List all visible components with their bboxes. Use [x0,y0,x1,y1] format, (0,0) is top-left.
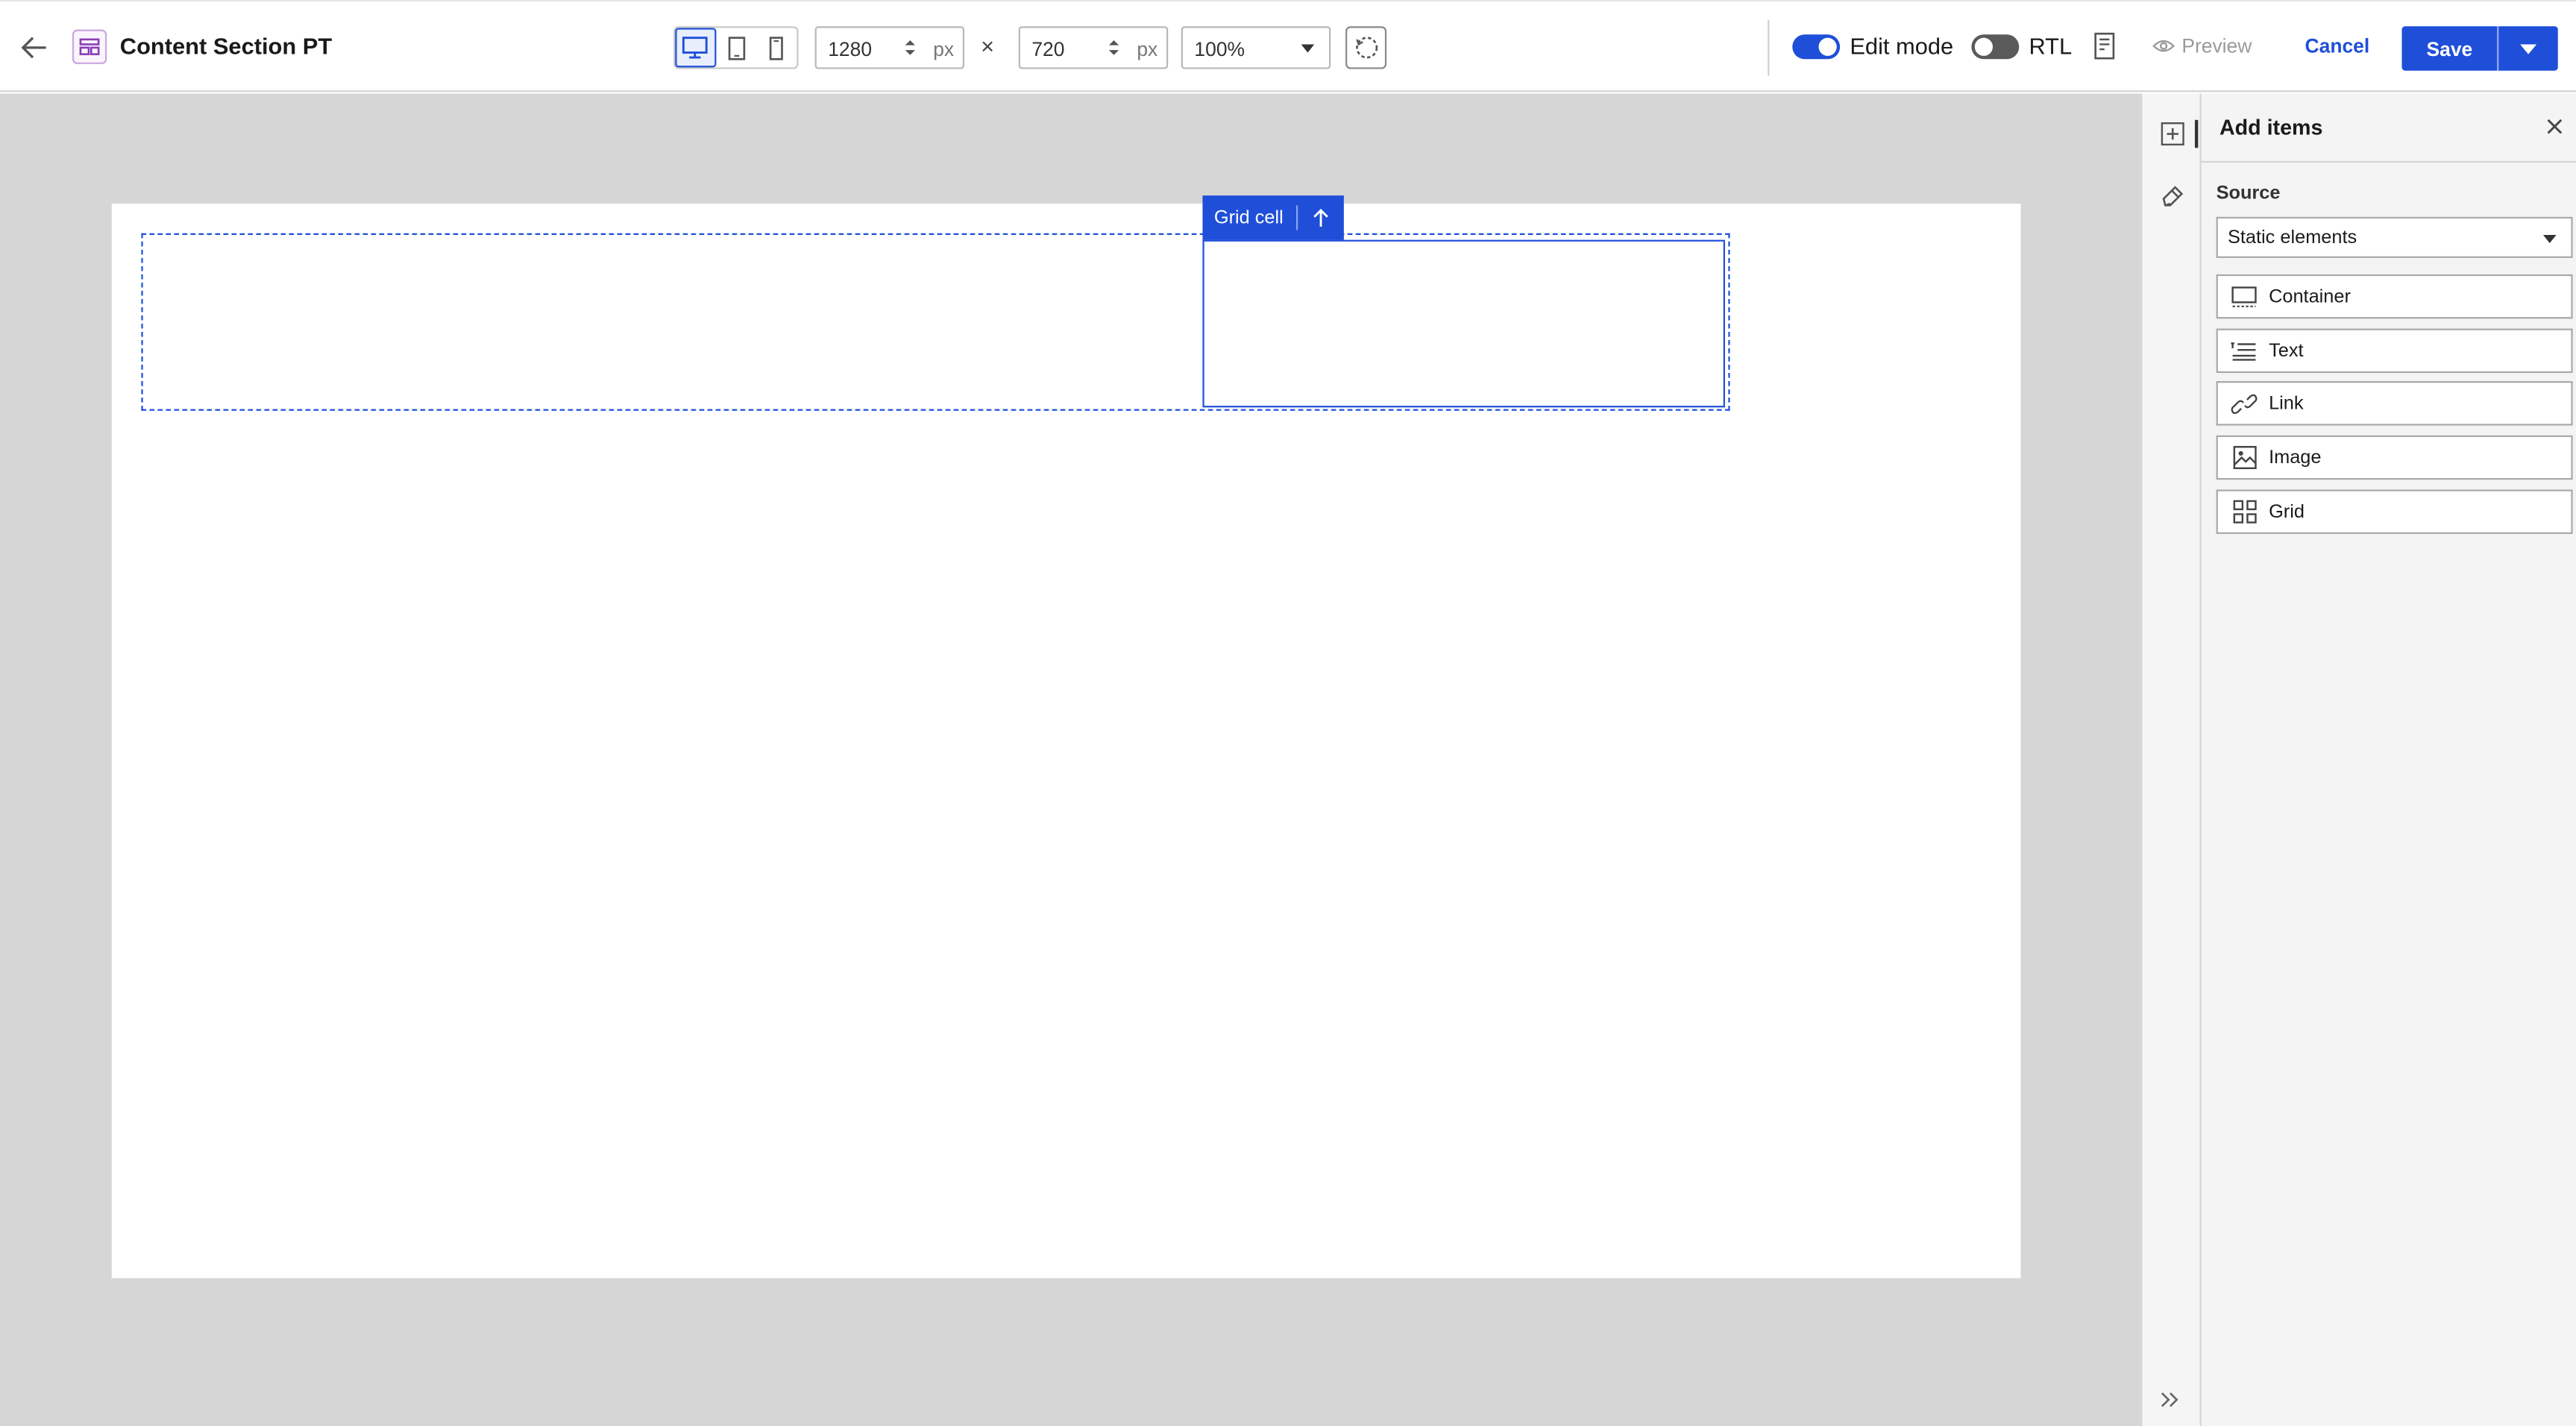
rtl-toggle[interactable] [1971,34,2020,60]
width-stepper-icon[interactable] [904,38,917,57]
rtl-label: RTL [2029,33,2073,60]
width-value: 1280 [828,37,873,61]
grid-cell-tag: Grid cell [1202,195,1345,240]
chevron-down-icon [2542,235,2557,244]
item-container[interactable]: Container [2216,274,2573,319]
container-icon [2231,283,2257,310]
item-link[interactable]: Link [2216,381,2573,426]
eye-icon [2152,40,2176,52]
panel-header: Add items [2201,94,2576,163]
width-unit: px [933,37,955,61]
add-items-panel: Add items Source Static elements Contain… [2201,93,2576,1426]
toolbar-divider [1768,19,1770,76]
device-switcher [673,26,799,69]
chevron-down-icon [2520,43,2537,54]
add-items-icon[interactable] [2158,120,2186,148]
height-unit: px [1137,37,1158,61]
width-input[interactable]: 1280 px [814,26,965,69]
item-grid[interactable]: Grid [2216,489,2573,534]
tablet-icon [727,36,745,60]
preview-button[interactable]: Preview [2152,34,2252,57]
edit-mode-toggle[interactable] [1792,34,1841,60]
close-icon[interactable] [2543,115,2566,138]
editor-canvas: Grid cell [0,93,2141,1426]
image-icon [2231,445,2257,471]
item-text[interactable]: Text [2216,328,2573,374]
content-section-icon [72,29,107,64]
item-image[interactable]: Image [2216,435,2573,480]
paint-brush-icon[interactable] [2158,180,2186,208]
preview-label: Preview [2181,34,2252,58]
page-frame[interactable]: Grid cell [111,195,2021,1278]
item-label: Link [2269,393,2304,414]
text-icon [2231,338,2257,364]
desktop-icon [682,37,709,59]
dimension-separator: × [981,33,995,60]
rotate-button[interactable] [1345,26,1387,69]
grid-icon [2231,499,2257,525]
zoom-value: 100% [1194,37,1245,61]
panel-title: Add items [2219,115,2323,140]
rotate-icon [1355,37,1377,59]
top-toolbar: Content Section PT 1280 px × 720 px 100%… [0,0,2576,92]
mobile-icon [770,36,784,60]
cancel-button[interactable]: Cancel [2305,34,2370,57]
save-button-group: Save [2401,26,2558,71]
document-icon[interactable] [2093,31,2116,61]
collapse-panel-icon[interactable] [2158,1388,2184,1411]
save-button[interactable]: Save [2401,26,2498,71]
tablet-device-button[interactable] [716,28,756,67]
source-value: Static elements [2227,228,2357,248]
item-label: Image [2269,447,2322,468]
item-label: Container [2269,286,2351,307]
selected-grid-cell[interactable] [1202,239,1725,408]
height-input[interactable]: 720 px [1018,26,1169,69]
back-arrow-icon[interactable] [18,31,51,64]
item-label: Text [2269,341,2304,361]
zoom-select[interactable]: 100% [1181,26,1331,69]
page-title: Content Section PT [119,33,333,60]
source-select[interactable]: Static elements [2216,216,2573,258]
save-options-button[interactable] [2497,26,2558,71]
grid-cell-tag-label: Grid cell [1213,207,1284,228]
height-stepper-icon[interactable] [1108,38,1121,57]
mobile-device-button[interactable] [756,28,797,67]
height-value: 720 [1031,37,1065,61]
edit-mode-label: Edit mode [1850,33,1954,60]
side-rail [2140,93,2202,1426]
active-tab-indicator [2194,119,2199,148]
select-parent-icon[interactable] [1298,195,1345,239]
desktop-device-button[interactable] [675,28,716,68]
item-label: Grid [2269,501,2305,522]
chevron-down-icon [1301,44,1315,53]
link-icon [2231,390,2258,416]
source-label: Source [2216,183,2281,204]
